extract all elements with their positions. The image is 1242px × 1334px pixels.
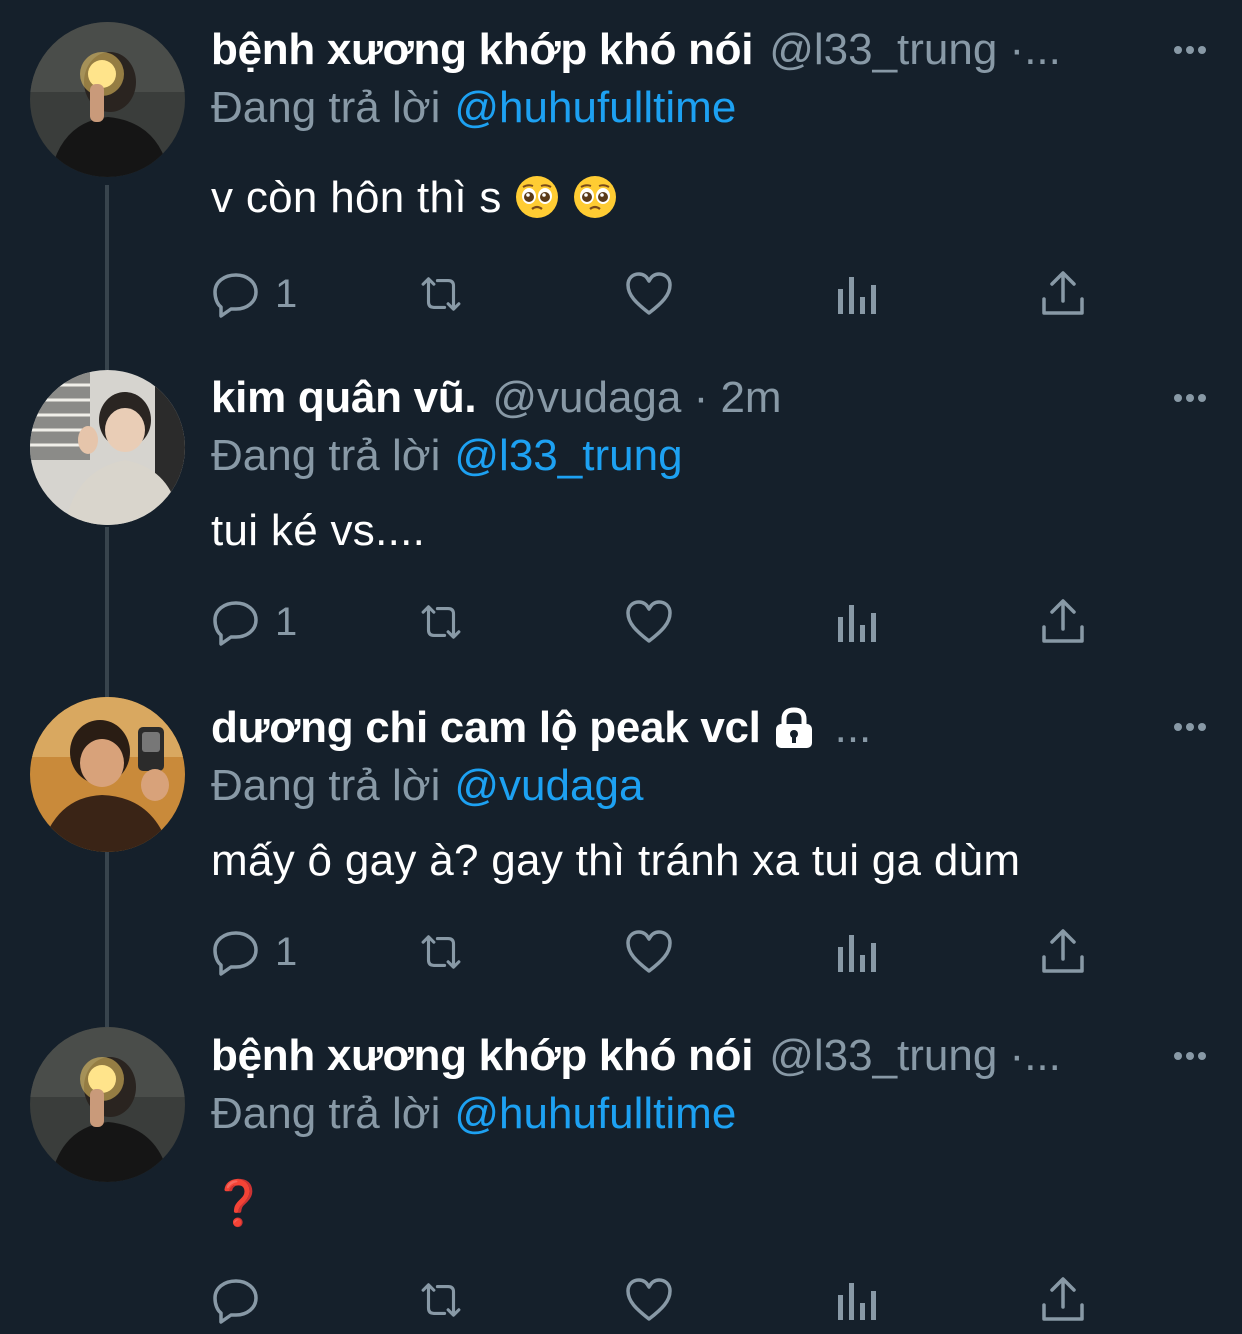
heart-icon xyxy=(624,927,674,977)
mention-link[interactable]: @huhufulltime xyxy=(454,83,736,132)
avatar[interactable] xyxy=(30,370,185,525)
analytics-button[interactable] xyxy=(833,594,883,650)
retweet-icon xyxy=(416,597,466,647)
share-button[interactable] xyxy=(1038,1272,1088,1328)
action-bar: 1 xyxy=(211,266,1111,322)
heart-icon xyxy=(624,269,674,319)
tweet-text-content: tui ké vs.... xyxy=(211,506,426,555)
pleading-face-emoji xyxy=(514,174,560,220)
reply-prefix: Đang trả lời xyxy=(211,1089,441,1138)
share-icon xyxy=(1038,1275,1088,1325)
retweet-icon xyxy=(416,269,466,319)
retweet-button[interactable] xyxy=(416,266,466,322)
like-button[interactable] xyxy=(624,266,674,322)
pleading-face-emoji xyxy=(572,174,618,220)
share-icon xyxy=(1038,269,1088,319)
reply-prefix: Đang trả lời xyxy=(211,83,441,132)
retweet-button[interactable] xyxy=(416,594,466,650)
retweet-button[interactable] xyxy=(416,1272,466,1328)
more-dots-icon[interactable] xyxy=(1170,1036,1210,1076)
avatar[interactable] xyxy=(30,1027,185,1182)
avatar[interactable] xyxy=(30,697,185,852)
retweet-icon xyxy=(416,1275,466,1325)
lock-icon xyxy=(771,705,817,751)
analytics-button[interactable] xyxy=(833,924,883,980)
display-name[interactable]: kim quân vũ. xyxy=(211,368,477,428)
reply-prefix: Đang trả lời xyxy=(211,761,441,810)
tweet-text-content: mấy ô gay à? gay thì tránh xa tui ga dùm xyxy=(211,836,1021,885)
reply-icon xyxy=(211,597,261,647)
reply-count: 1 xyxy=(275,271,298,316)
handle[interactable]: @l33_trung ·... xyxy=(769,20,1061,80)
more-dots-icon[interactable] xyxy=(1170,378,1210,418)
reply-count: 1 xyxy=(275,599,298,644)
reply-context: Đang trả lời @huhufulltime xyxy=(211,1084,736,1144)
thread-line xyxy=(105,852,109,1027)
mention-link[interactable]: @vudaga xyxy=(454,761,643,810)
more-dots-icon[interactable] xyxy=(1170,30,1210,70)
mention-link[interactable]: @huhufulltime xyxy=(454,1089,736,1138)
thread-line xyxy=(105,185,109,370)
analytics-icon xyxy=(833,597,883,647)
share-button[interactable] xyxy=(1038,266,1088,322)
handle[interactable]: ... xyxy=(835,698,872,758)
analytics-icon xyxy=(833,927,883,977)
tweet-text: v còn hôn thì s xyxy=(211,168,618,228)
mention-link[interactable]: @l33_trung xyxy=(454,431,682,480)
like-button[interactable] xyxy=(624,594,674,650)
reply-count: 1 xyxy=(275,929,298,974)
tweet-text-content: v còn hôn thì s xyxy=(211,173,502,222)
reply-prefix: Đang trả lời xyxy=(211,431,441,480)
action-bar: 1 xyxy=(211,594,1111,650)
display-name[interactable]: dương chi cam lộ peak vcl xyxy=(211,698,761,758)
thread-line xyxy=(105,527,109,697)
reply-button[interactable]: 1 xyxy=(211,924,297,980)
more-dots-icon[interactable] xyxy=(1170,707,1210,747)
reply-button[interactable] xyxy=(211,1272,275,1328)
reply-context: Đang trả lời @l33_trung xyxy=(211,426,683,486)
heart-icon xyxy=(624,597,674,647)
avatar[interactable] xyxy=(30,22,185,177)
handle[interactable]: @vudaga · 2m xyxy=(492,368,781,428)
reply-button[interactable]: 1 xyxy=(211,266,297,322)
tweet-text: ❓ xyxy=(211,1174,266,1234)
display-name[interactable]: bệnh xương khớp khó nói xyxy=(211,1026,753,1086)
reply-icon xyxy=(211,269,261,319)
like-button[interactable] xyxy=(624,1272,674,1328)
action-bar: 1 xyxy=(211,924,1111,980)
heart-icon xyxy=(624,1275,674,1325)
analytics-icon xyxy=(833,269,883,319)
retweet-button[interactable] xyxy=(416,924,466,980)
retweet-icon xyxy=(416,927,466,977)
handle[interactable]: @l33_trung ·... xyxy=(769,1026,1061,1086)
reply-context: Đang trả lời @vudaga xyxy=(211,756,643,816)
reply-icon xyxy=(211,927,261,977)
share-icon xyxy=(1038,927,1088,977)
display-name[interactable]: bệnh xương khớp khó nói xyxy=(211,20,753,80)
analytics-icon xyxy=(833,1275,883,1325)
share-icon xyxy=(1038,597,1088,647)
reply-button[interactable]: 1 xyxy=(211,594,297,650)
action-bar xyxy=(211,1272,1111,1328)
share-button[interactable] xyxy=(1038,594,1088,650)
analytics-button[interactable] xyxy=(833,266,883,322)
like-button[interactable] xyxy=(624,924,674,980)
question-mark-emoji: ❓ xyxy=(211,1179,267,1228)
reply-context: Đang trả lời @huhufulltime xyxy=(211,78,736,138)
reply-icon xyxy=(211,1275,261,1325)
analytics-button[interactable] xyxy=(833,1272,883,1328)
tweet-text: mấy ô gay à? gay thì tránh xa tui ga dùm xyxy=(211,831,1020,891)
share-button[interactable] xyxy=(1038,924,1088,980)
tweet-text: tui ké vs.... xyxy=(211,501,425,561)
